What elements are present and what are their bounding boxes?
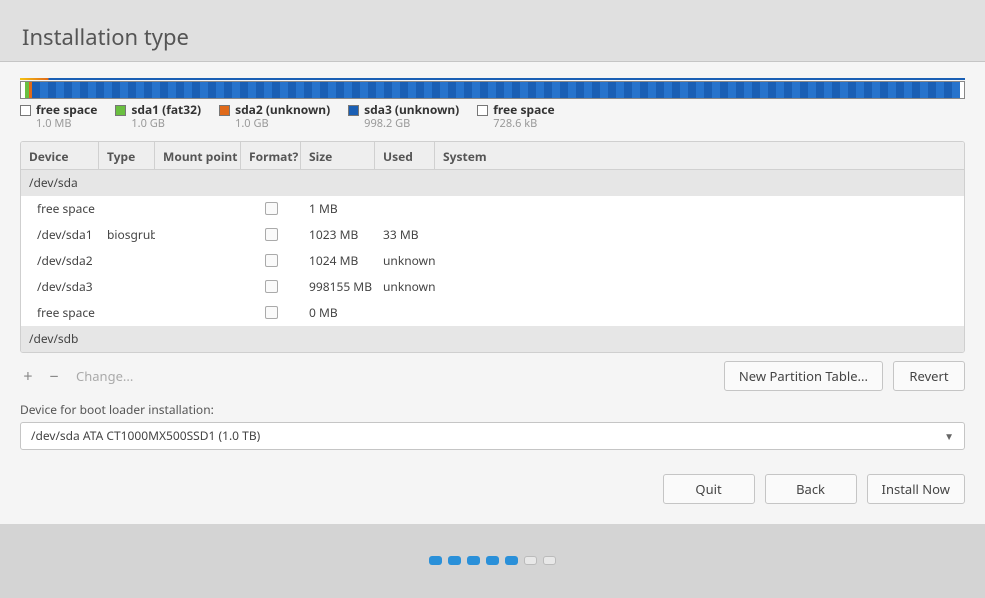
partition-toolbar: + − Change... New Partition Table... Rev… [20, 353, 965, 401]
quit-button[interactable]: Quit [663, 474, 755, 504]
diskbar-segment[interactable] [32, 82, 960, 98]
cell-format [241, 306, 301, 319]
legend-item: sda3 (unknown)998.2 GB [348, 103, 459, 131]
revert-button[interactable]: Revert [893, 361, 965, 391]
legend-label: sda2 (unknown) [235, 103, 330, 117]
legend-size: 728.6 kB [493, 117, 554, 130]
titlebar: Installation type [0, 0, 985, 62]
table-row[interactable]: free space 1 MB [21, 196, 964, 222]
disk-legend: free space1.0 MBsda1 (fat32)1.0 GBsda2 (… [20, 103, 965, 131]
legend-item: free space728.6 kB [477, 103, 554, 131]
cell-format [241, 254, 301, 267]
cell-used: unknown [375, 252, 435, 269]
back-button[interactable]: Back [765, 474, 857, 504]
legend-swatch [477, 105, 488, 116]
cell-device: free space [21, 200, 99, 217]
progress-dot[interactable] [505, 556, 518, 565]
cell-format [241, 228, 301, 241]
legend-item: free space1.0 MB [20, 103, 97, 131]
install-now-button[interactable]: Install Now [867, 474, 965, 504]
legend-label: sda3 (unknown) [364, 103, 459, 117]
cell-device: /dev/sda1 [21, 226, 99, 243]
cell-format [241, 280, 301, 293]
col-size[interactable]: Size [301, 142, 375, 169]
progress-dot[interactable] [543, 556, 556, 565]
progress-dot[interactable] [467, 556, 480, 565]
legend-label: free space [36, 103, 97, 117]
legend-size: 1.0 GB [235, 117, 330, 130]
cell-type: biosgrub [99, 226, 155, 243]
table-row[interactable]: /dev/sda [21, 170, 964, 196]
col-device[interactable]: Device [21, 142, 99, 169]
legend-swatch [115, 105, 126, 116]
cell-used: unknown [375, 278, 435, 295]
progress-dot[interactable] [429, 556, 442, 565]
legend-swatch [348, 105, 359, 116]
legend-item: sda2 (unknown)1.0 GB [219, 103, 330, 131]
cell-device: free space [21, 304, 99, 321]
partition-table: Device Type Mount point Format? Size Use… [20, 141, 965, 353]
cell-device: /dev/sda3 [21, 278, 99, 295]
cell-size: 1023 MB [301, 226, 375, 243]
legend-swatch [20, 105, 31, 116]
table-row[interactable]: /dev/sda2 1024 MBunknown [21, 248, 964, 274]
format-checkbox[interactable] [265, 228, 278, 241]
format-checkbox[interactable] [265, 202, 278, 215]
cell-device: /dev/sda [21, 174, 86, 191]
footer-buttons: Quit Back Install Now [20, 450, 965, 516]
installer-progress [0, 524, 985, 598]
cell-format [241, 202, 301, 215]
col-mount[interactable]: Mount point [155, 142, 241, 169]
progress-dot[interactable] [486, 556, 499, 565]
diskbar-segment[interactable] [960, 82, 964, 98]
table-row[interactable]: free space 0 MB [21, 300, 964, 326]
add-partition-button[interactable]: + [20, 368, 36, 384]
col-type[interactable]: Type [99, 142, 155, 169]
disk-usage-bar[interactable] [20, 81, 965, 99]
legend-size: 1.0 MB [36, 117, 97, 130]
remove-partition-button[interactable]: − [46, 368, 62, 384]
bootloader-device-value: /dev/sda ATA CT1000MX500SSD1 (1.0 TB) [31, 427, 260, 444]
new-partition-table-button[interactable]: New Partition Table... [724, 361, 883, 391]
col-used[interactable]: Used [375, 142, 435, 169]
cell-device: /dev/sda2 [21, 252, 99, 269]
table-header: Device Type Mount point Format? Size Use… [21, 142, 964, 170]
progress-dot[interactable] [448, 556, 461, 565]
table-body: /dev/sda free space 1 MB/dev/sda1biosgrub 1… [21, 170, 964, 352]
col-format[interactable]: Format? [241, 142, 301, 169]
diskbar-top-stripe [20, 78, 965, 80]
legend-label: sda1 (fat32) [131, 103, 201, 117]
cell-size: 1 MB [301, 200, 375, 217]
cell-size: 998155 MB [301, 278, 375, 295]
change-partition-button[interactable]: Change... [76, 367, 133, 385]
bootloader-device-combo[interactable]: /dev/sda ATA CT1000MX500SSD1 (1.0 TB) ▼ [20, 422, 965, 450]
legend-size: 998.2 GB [364, 117, 459, 130]
format-checkbox[interactable] [265, 280, 278, 293]
legend-item: sda1 (fat32)1.0 GB [115, 103, 201, 131]
cell-size: 0 MB [301, 304, 375, 321]
progress-dot[interactable] [524, 556, 537, 565]
format-checkbox[interactable] [265, 306, 278, 319]
col-system[interactable]: System [435, 142, 964, 169]
cell-size: 1024 MB [301, 252, 375, 269]
legend-label: free space [493, 103, 554, 117]
bootloader-label: Device for boot loader installation: [20, 401, 965, 418]
cell-used: 33 MB [375, 226, 435, 243]
chevron-down-icon: ▼ [944, 429, 954, 443]
legend-size: 1.0 GB [131, 117, 201, 130]
table-row[interactable]: /dev/sdb [21, 326, 964, 352]
format-checkbox[interactable] [265, 254, 278, 267]
table-row[interactable]: /dev/sda1biosgrub 1023 MB33 MB [21, 222, 964, 248]
page-title: Installation type [22, 22, 963, 52]
cell-device: /dev/sdb [21, 330, 86, 347]
table-row[interactable]: /dev/sda3 998155 MBunknown [21, 274, 964, 300]
legend-swatch [219, 105, 230, 116]
